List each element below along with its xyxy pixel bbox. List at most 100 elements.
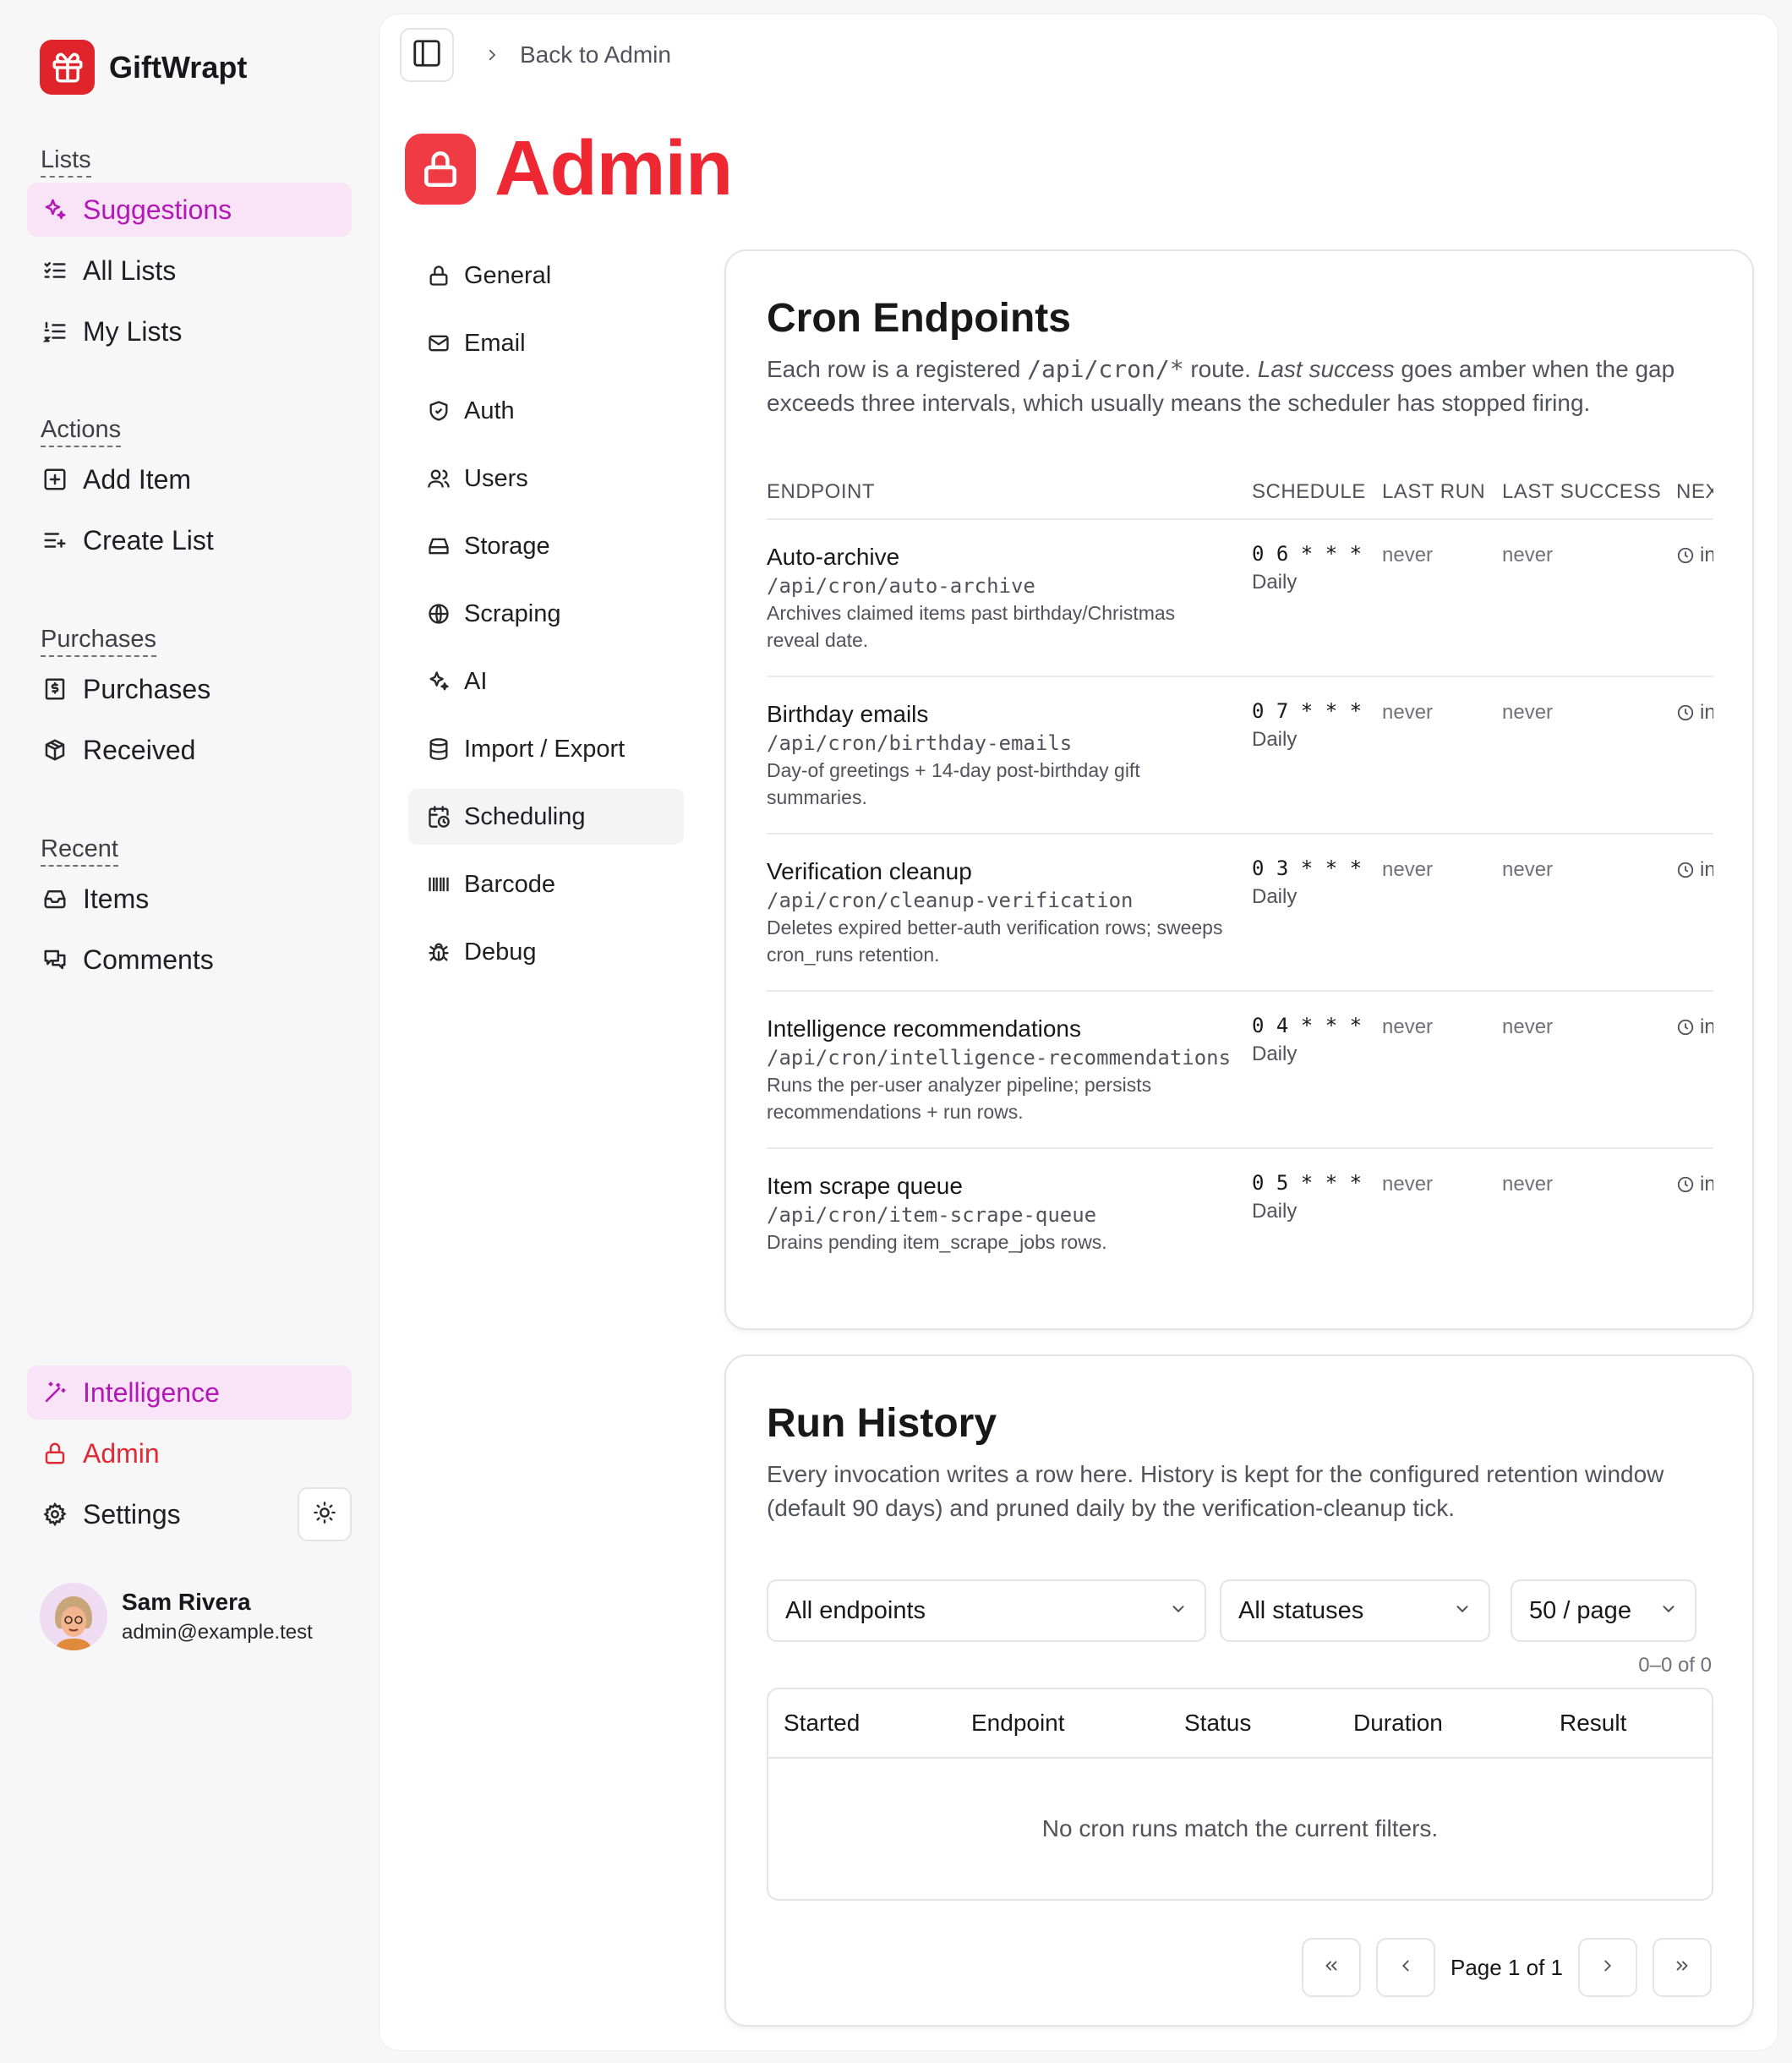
hard-drive-icon <box>425 533 452 560</box>
sidebar-item-add-item[interactable]: Add Item <box>27 452 352 506</box>
schedule-frequency: Daily <box>1252 885 1298 908</box>
clock-icon <box>1677 862 1694 878</box>
sidebar-item-admin[interactable]: Admin <box>27 1426 352 1480</box>
endpoint-name: Verification cleanup <box>767 858 972 884</box>
last-page-button[interactable] <box>1653 1938 1712 1997</box>
section-label-purchases: Purchases <box>41 625 157 657</box>
endpoint-path: /api/cron/birthday-emails <box>767 731 1073 755</box>
panel-left-icon <box>411 37 443 74</box>
next-run-cell: in <box>1676 1173 1713 1196</box>
sidebar-item-create-list[interactable]: Create List <box>27 513 352 567</box>
tab-scheduling[interactable]: Scheduling <box>408 789 684 845</box>
chevron-down-icon <box>1169 1597 1188 1625</box>
run-history-card: Run History Every invocation writes a ro… <box>724 1354 1754 2027</box>
sidebar-item-label: Comments <box>83 944 214 975</box>
column-header-result[interactable]: Result <box>1560 1710 1626 1737</box>
user-email: admin@example.test <box>122 1621 313 1644</box>
calendar-clock-icon <box>425 803 452 830</box>
tab-general[interactable]: General <box>408 248 684 304</box>
user-profile[interactable]: Sam Rivera admin@example.test <box>40 1583 313 1650</box>
tab-import-export[interactable]: Import / Export <box>408 721 684 777</box>
tab-email[interactable]: Email <box>408 315 684 371</box>
sidebar-item-label: Suggestions <box>83 194 232 225</box>
square-plus-icon <box>41 465 69 494</box>
sidebar-item-intelligence[interactable]: Intelligence <box>27 1365 352 1420</box>
endpoint-name: Auto-archive <box>767 544 900 570</box>
sidebar-item-label: All Lists <box>83 254 177 286</box>
sidebar-item-suggestions[interactable]: Suggestions <box>27 183 352 237</box>
column-header-last-success: LAST SUCCESS <box>1502 480 1662 503</box>
nav-section-actions: Actions Add Item Create List <box>27 415 352 567</box>
sidebar-item-label: Intelligence <box>83 1376 220 1408</box>
next-run-value: in <box>1700 1015 1713 1038</box>
previous-page-button[interactable] <box>1376 1938 1435 1997</box>
topbar: Back to Admin <box>400 28 671 82</box>
endpoint-filter-select[interactable]: All endpoints <box>767 1579 1206 1642</box>
tab-label: General <box>464 261 552 289</box>
comments-icon <box>41 945 69 974</box>
column-header-started[interactable]: Started <box>784 1710 860 1737</box>
nav-section-recent: Recent Items Comments <box>27 835 352 987</box>
section-label-lists: Lists <box>41 145 91 178</box>
page-size-select[interactable]: 50 / page <box>1511 1579 1696 1642</box>
chevrons-left-icon <box>1322 1956 1341 1979</box>
sun-icon <box>313 1501 336 1529</box>
cron-expression: 0 4 * * * <box>1252 1014 1363 1037</box>
chevron-left-icon <box>1396 1956 1415 1979</box>
tab-scraping[interactable]: Scraping <box>408 586 684 642</box>
sidebar-item-comments[interactable]: Comments <box>27 933 352 987</box>
brand[interactable]: GiftWrapt <box>40 40 247 95</box>
sidebar-item-purchases[interactable]: Purchases <box>27 662 352 716</box>
next-page-button[interactable] <box>1578 1938 1637 1997</box>
sidebar-item-my-lists[interactable]: My Lists <box>27 304 352 358</box>
select-value: 50 / page <box>1529 1596 1631 1624</box>
column-header-duration[interactable]: Duration <box>1353 1710 1443 1737</box>
status-filter-select[interactable]: All statuses <box>1220 1579 1490 1642</box>
section-label-recent: Recent <box>41 835 118 867</box>
endpoint-description: Day-of greetings + 14-day post-birthday … <box>767 759 1140 808</box>
next-run-cell: in <box>1676 1015 1713 1039</box>
table-row: Intelligence recommendations /api/cron/i… <box>767 992 1713 1149</box>
tab-auth[interactable]: Auth <box>408 383 684 439</box>
clock-icon <box>1677 547 1694 564</box>
tab-ai[interactable]: AI <box>408 654 684 709</box>
column-header-endpoint[interactable]: Endpoint <box>971 1710 1065 1737</box>
globe-icon <box>425 600 452 627</box>
toggle-sidebar-button[interactable] <box>400 28 454 82</box>
table-row: Verification cleanup /api/cron/cleanup-v… <box>767 835 1713 992</box>
tab-users[interactable]: Users <box>408 451 684 506</box>
lock-icon <box>41 1439 69 1468</box>
last-run-value: never <box>1382 858 1434 881</box>
tab-debug[interactable]: Debug <box>408 924 684 980</box>
tab-label: Barcode <box>464 870 556 898</box>
result-count: 0–0 of 0 <box>1638 1654 1712 1677</box>
card-title: Run History <box>767 1401 997 1446</box>
column-header-status[interactable]: Status <box>1184 1710 1251 1737</box>
first-page-button[interactable] <box>1302 1938 1361 1997</box>
back-to-admin-link[interactable]: Back to Admin <box>520 41 671 68</box>
endpoint-path: /api/cron/auto-archive <box>767 574 1035 598</box>
card-title: Cron Endpoints <box>767 296 1071 341</box>
sidebar-item-received[interactable]: Received <box>27 723 352 777</box>
last-success-value: never <box>1502 701 1554 724</box>
theme-toggle-button[interactable] <box>298 1487 352 1541</box>
cron-expression: 0 7 * * * <box>1252 699 1363 723</box>
schedule-frequency: Daily <box>1252 728 1298 751</box>
list-ordered-icon <box>41 317 69 346</box>
sidebar-item-label: Purchases <box>83 673 211 704</box>
admin-subnav: General Email Auth Users Storage Scrapin… <box>408 248 684 992</box>
next-run-value: in <box>1700 858 1713 881</box>
card-description: Every invocation writes a row here. Hist… <box>767 1461 1664 1521</box>
sidebar-item-all-lists[interactable]: All Lists <box>27 244 352 298</box>
chevrons-right-icon <box>1673 1956 1691 1979</box>
endpoint-description: Drains pending item_scrape_jobs rows. <box>767 1231 1107 1253</box>
column-header-next: NEXT <box>1676 480 1713 503</box>
tab-barcode[interactable]: Barcode <box>408 856 684 912</box>
last-success-value: never <box>1502 1173 1554 1196</box>
tab-storage[interactable]: Storage <box>408 518 684 574</box>
main-panel: Back to Admin Admin General Email Auth U… <box>379 14 1778 2051</box>
column-header-last-run: LAST RUN <box>1382 480 1486 503</box>
users-icon <box>425 465 452 492</box>
empty-state-message: No cron runs match the current filters. <box>1041 1815 1439 1841</box>
sidebar-item-items[interactable]: Items <box>27 872 352 926</box>
